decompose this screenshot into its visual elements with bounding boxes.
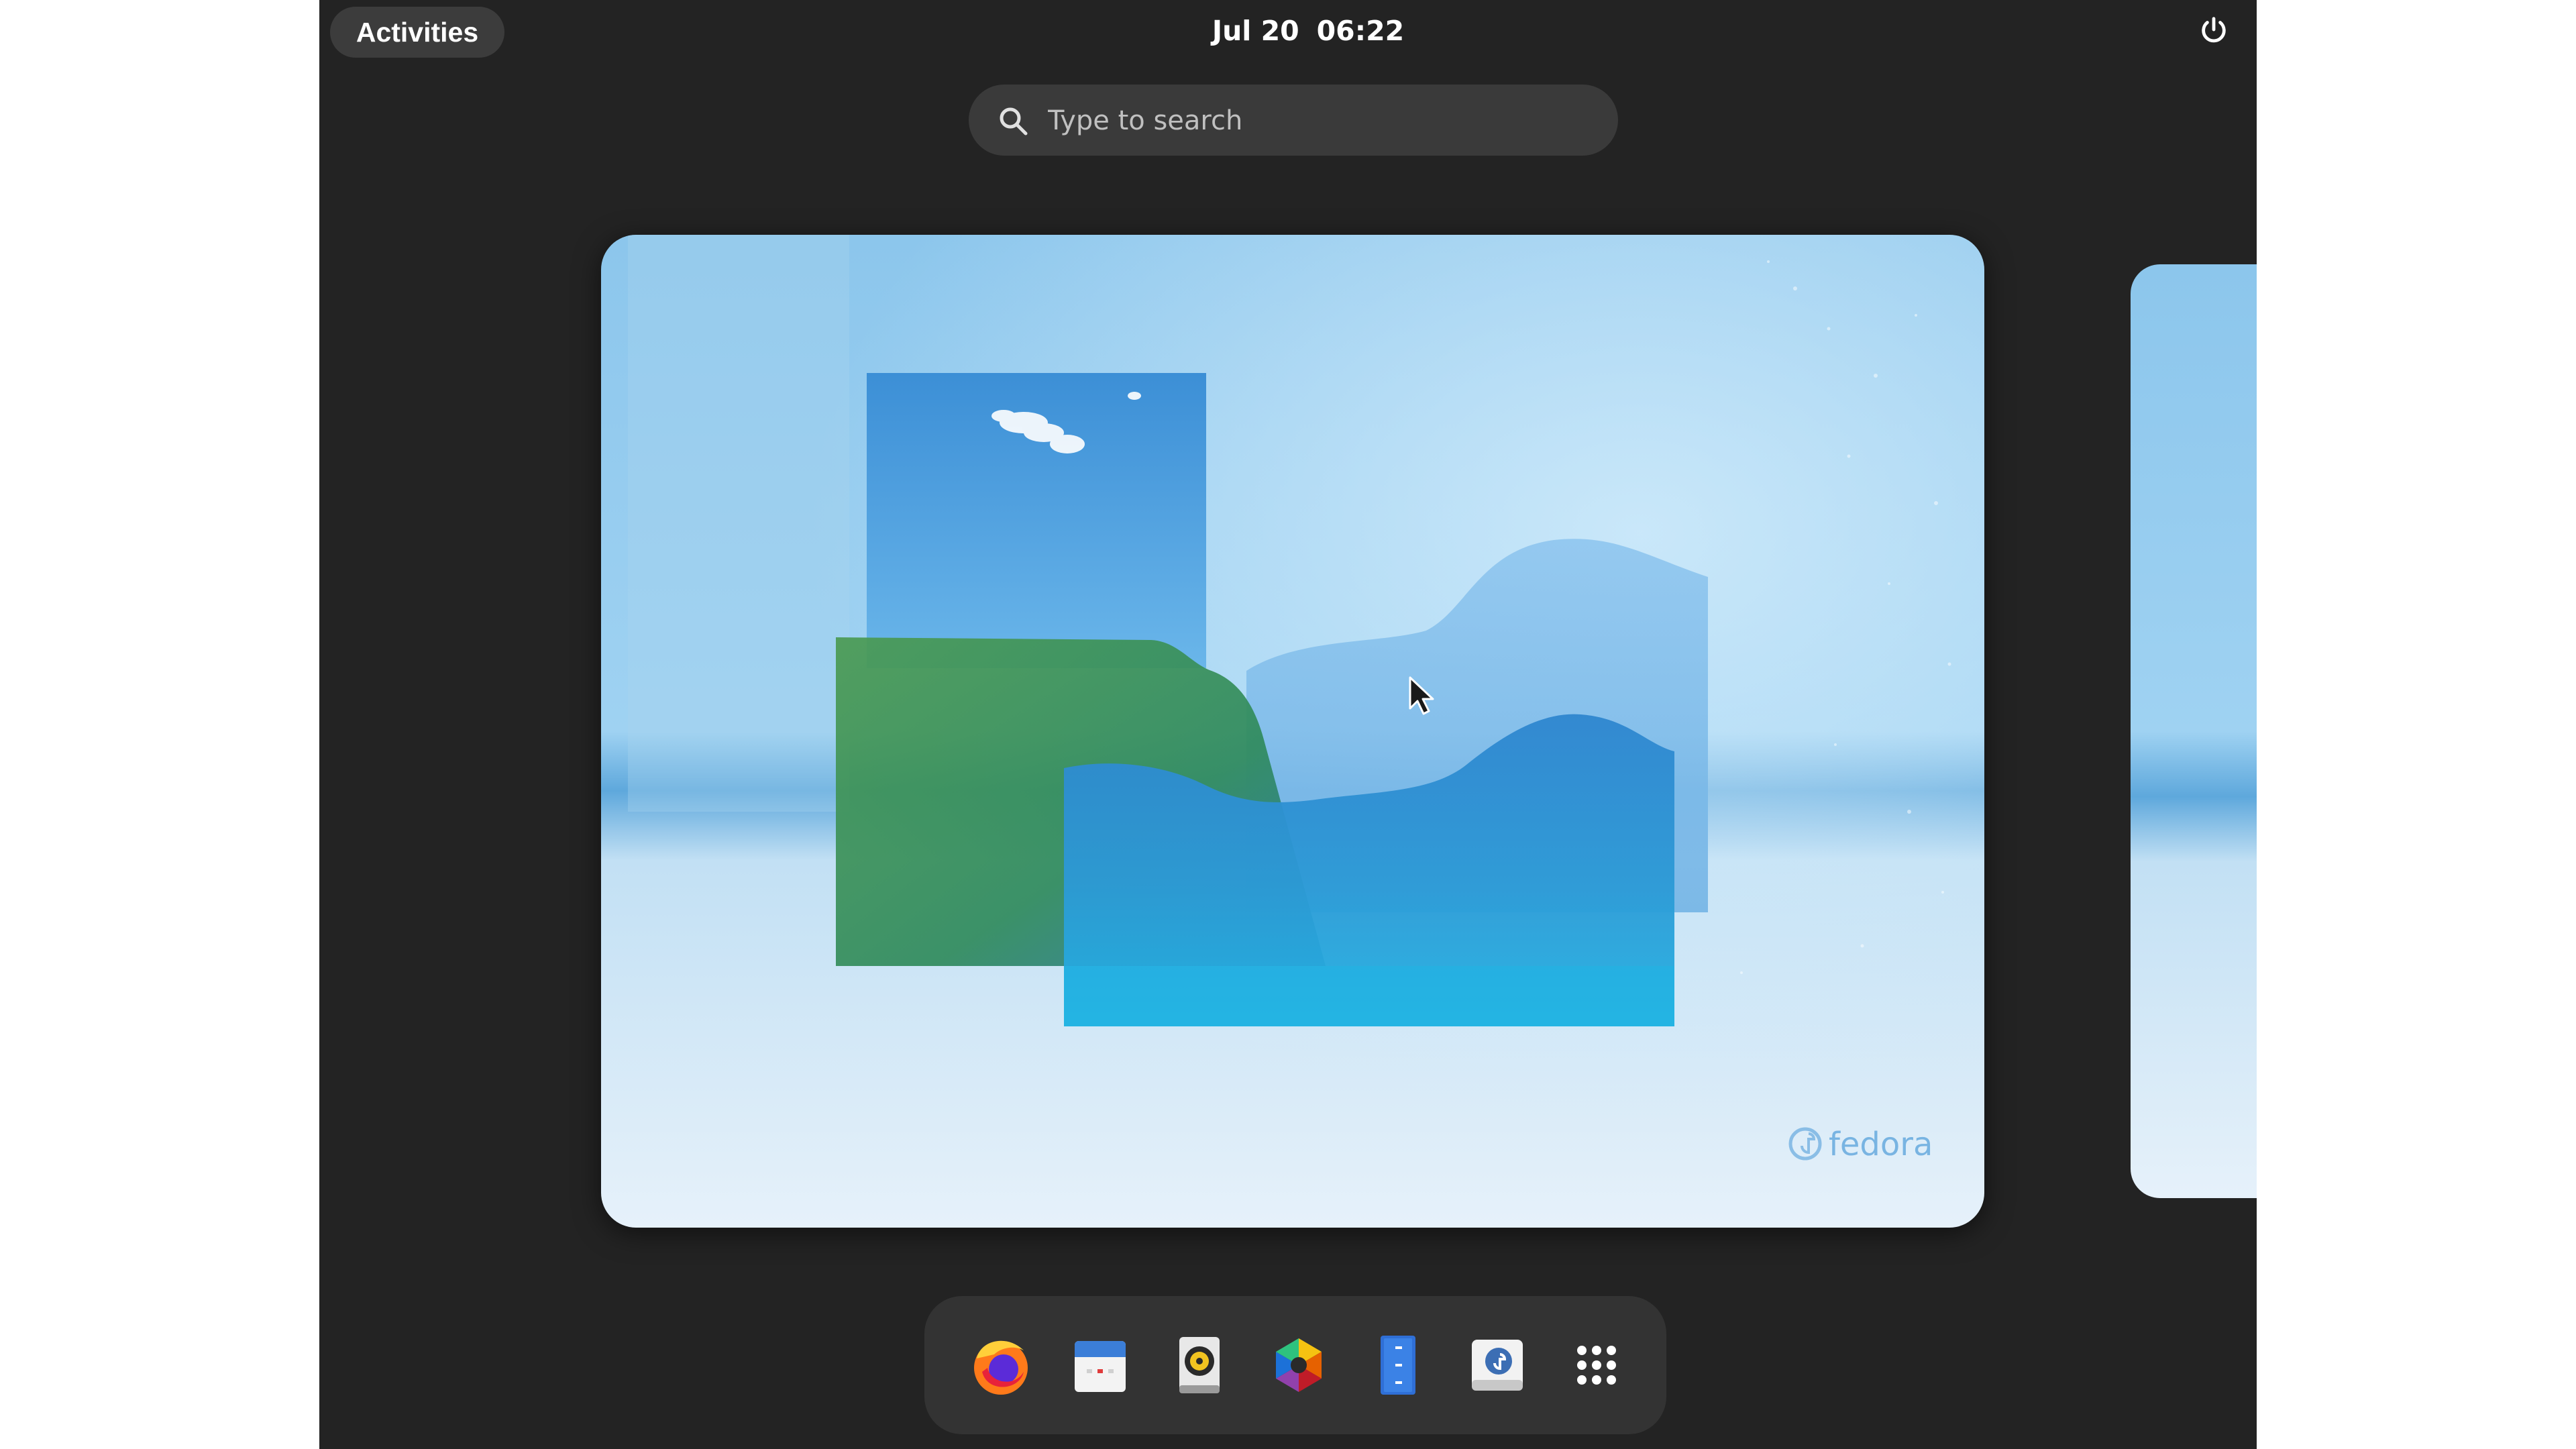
- clock-date: Jul 20: [1212, 15, 1299, 47]
- firefox-icon: [974, 1340, 1028, 1395]
- text-editor-icon: [1381, 1336, 1415, 1395]
- search-input[interactable]: [1046, 99, 1586, 142]
- rhythmbox-launcher[interactable]: [1159, 1325, 1240, 1405]
- clock-time: 06:22: [1316, 15, 1405, 47]
- app-grid-icon: [1577, 1346, 1616, 1385]
- text-editor-launcher[interactable]: [1358, 1325, 1438, 1405]
- activities-button[interactable]: Activities: [330, 7, 504, 58]
- search-bar[interactable]: [969, 85, 1618, 156]
- software-icon: [1472, 1340, 1523, 1391]
- workspace-thumbnail[interactable]: fedora: [601, 235, 1984, 1228]
- rhythmbox-icon: [1179, 1337, 1220, 1393]
- calendar-launcher[interactable]: [1060, 1325, 1140, 1405]
- wallpaper-peek: [2131, 264, 2257, 1198]
- fedora-watermark: fedora: [1829, 1126, 1933, 1163]
- search-icon: [1000, 107, 1028, 136]
- firefox-launcher[interactable]: [961, 1325, 1041, 1405]
- photos-launcher[interactable]: [1258, 1325, 1339, 1405]
- gnome-overview: Activities Jul 20 06:22 Type to search f…: [319, 0, 2257, 1449]
- next-workspace-thumbnail[interactable]: [2131, 264, 2257, 1198]
- calendar-icon: [1075, 1341, 1126, 1392]
- power-icon[interactable]: [2196, 13, 2231, 48]
- clock-button[interactable]: Jul 20 06:22: [1107, 5, 1509, 56]
- wallpaper: fedora: [601, 235, 1984, 1228]
- software-launcher[interactable]: [1457, 1325, 1538, 1405]
- photos-icon: [1276, 1338, 1322, 1392]
- show-apps-button[interactable]: [1556, 1325, 1637, 1405]
- dash: [924, 1296, 1666, 1434]
